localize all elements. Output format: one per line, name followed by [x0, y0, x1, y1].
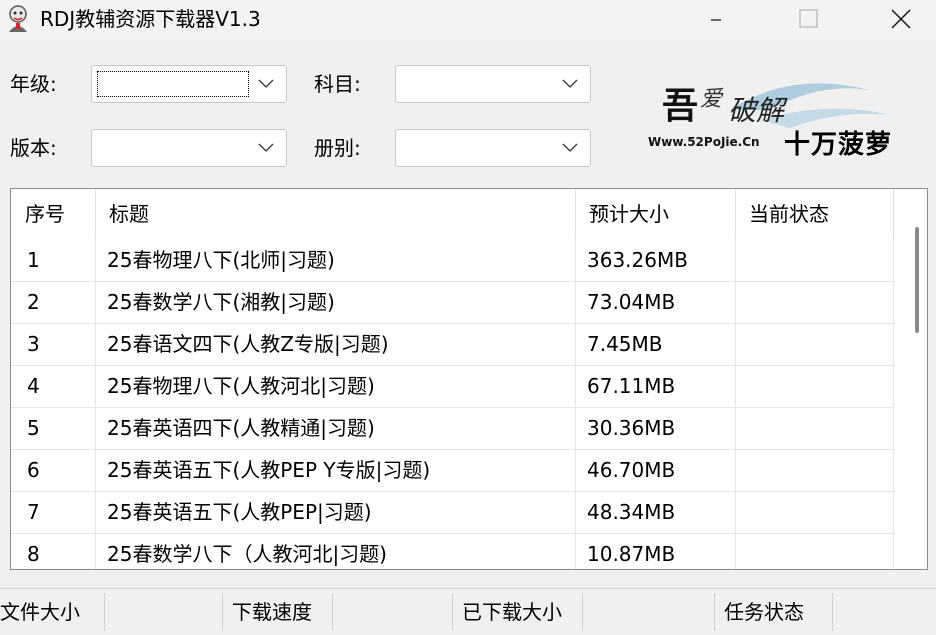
table-row[interactable]: 6 25春英语五下(人教PEP Y专版|习题) 46.70MB [11, 449, 893, 491]
chevron-down-icon [258, 79, 274, 88]
column-divider[interactable] [735, 189, 736, 239]
status-divider [582, 593, 583, 631]
edition-select[interactable] [91, 129, 287, 167]
status-divider [452, 593, 453, 631]
grade-label: 年级: [10, 72, 57, 96]
row-size: 48.34MB [587, 500, 676, 524]
row-index: 7 [27, 500, 40, 524]
svg-text:爱: 爱 [700, 87, 724, 112]
row-size: 46.70MB [587, 458, 676, 482]
column-header-index[interactable]: 序号 [11, 189, 95, 239]
volume-label: 册别: [314, 136, 361, 160]
resource-list[interactable]: 序号 标题 预计大小 当前状态 1 25春物理八下(北师|习题) 363.26M… [10, 188, 928, 570]
row-index: 5 [27, 416, 40, 440]
column-header-status[interactable]: 当前状态 [735, 189, 895, 239]
row-index: 8 [27, 542, 40, 566]
row-title: 25春数学八下（人教河北|习题) [107, 542, 387, 566]
row-index: 2 [27, 290, 40, 314]
status-divider [222, 593, 223, 631]
column-header-title[interactable]: 标题 [95, 189, 575, 239]
row-title: 25春英语四下(人教精通|习题) [107, 416, 375, 440]
status-downloaded-size: 已下载大小 [462, 600, 562, 624]
column-header-size[interactable]: 预计大小 [575, 189, 735, 239]
row-size: 67.11MB [587, 374, 676, 398]
chevron-down-icon [562, 143, 578, 152]
subject-select[interactable] [395, 65, 591, 103]
edition-label: 版本: [10, 136, 57, 160]
minimize-button[interactable] [686, 0, 746, 40]
table-row[interactable]: 5 25春英语四下(人教精通|习题) 30.36MB [11, 407, 893, 449]
row-index: 1 [27, 248, 40, 272]
maximize-icon [799, 9, 818, 28]
column-divider[interactable] [575, 189, 576, 239]
row-title: 25春物理八下(北师|习题) [107, 248, 335, 272]
table-row[interactable]: 3 25春语文四下(人教Z专版|习题) 7.45MB [11, 323, 893, 365]
subject-label: 科目: [314, 72, 361, 96]
row-title: 25春物理八下(人教河北|习题) [107, 374, 375, 398]
status-divider [714, 593, 715, 631]
table-row[interactable]: 2 25春数学八下(湘教|习题) 73.04MB [11, 281, 893, 323]
svg-text:Www.52PoJie.Cn: Www.52PoJie.Cn [648, 135, 760, 149]
status-bar: 文件大小 下载速度 已下载大小 任务状态 [0, 588, 936, 631]
column-divider[interactable] [893, 189, 894, 239]
status-divider [104, 593, 105, 631]
table-row[interactable]: 7 25春英语五下(人教PEP|习题) 48.34MB [11, 491, 893, 533]
row-title: 25春数学八下(湘教|习题) [107, 290, 335, 314]
row-size: 363.26MB [587, 248, 688, 272]
row-index: 4 [27, 374, 40, 398]
row-index: 3 [27, 332, 40, 356]
table-row[interactable]: 1 25春物理八下(北师|习题) 363.26MB [11, 239, 893, 281]
logo-caption: 十万菠萝 [784, 130, 893, 160]
close-button[interactable] [872, 0, 932, 40]
app-icon [9, 5, 27, 32]
status-download-speed: 下载速度 [232, 600, 312, 624]
minimize-icon [711, 19, 721, 21]
table-row[interactable]: 8 25春数学八下（人教河北|习题) 10.87MB [11, 533, 893, 569]
row-title: 25春语文四下(人教Z专版|习题) [107, 332, 389, 356]
row-title: 25春英语五下(人教PEP Y专版|习题) [107, 458, 431, 482]
row-title: 25春英语五下(人教PEP|习题) [107, 500, 372, 524]
scrollbar-thumb[interactable] [915, 227, 919, 333]
status-file-size: 文件大小 [0, 600, 80, 624]
row-size: 10.87MB [587, 542, 676, 566]
grade-select[interactable] [91, 65, 287, 103]
status-divider [832, 593, 833, 631]
focus-outline [97, 71, 249, 97]
svg-text:吾: 吾 [662, 85, 698, 127]
status-divider [332, 593, 333, 631]
row-index: 6 [27, 458, 40, 482]
grid-line [893, 239, 894, 569]
row-size: 73.04MB [587, 290, 676, 314]
vertical-scrollbar[interactable] [895, 189, 927, 569]
chevron-down-icon [562, 79, 578, 88]
chevron-down-icon [258, 143, 274, 152]
close-icon [891, 9, 911, 29]
column-divider[interactable] [95, 189, 96, 239]
maximize-button[interactable] [780, 0, 840, 40]
row-size: 30.36MB [587, 416, 676, 440]
table-row[interactable]: 4 25春物理八下(人教河北|习题) 67.11MB [11, 365, 893, 407]
volume-select[interactable] [395, 129, 591, 167]
svg-text:破解: 破解 [728, 94, 788, 127]
title-bar: RDJ教辅资源下载器V1.3 [0, 0, 936, 40]
row-size: 7.45MB [587, 332, 663, 356]
status-task-status: 任务状态 [724, 600, 804, 624]
window-title: RDJ教辅资源下载器V1.3 [40, 7, 261, 31]
